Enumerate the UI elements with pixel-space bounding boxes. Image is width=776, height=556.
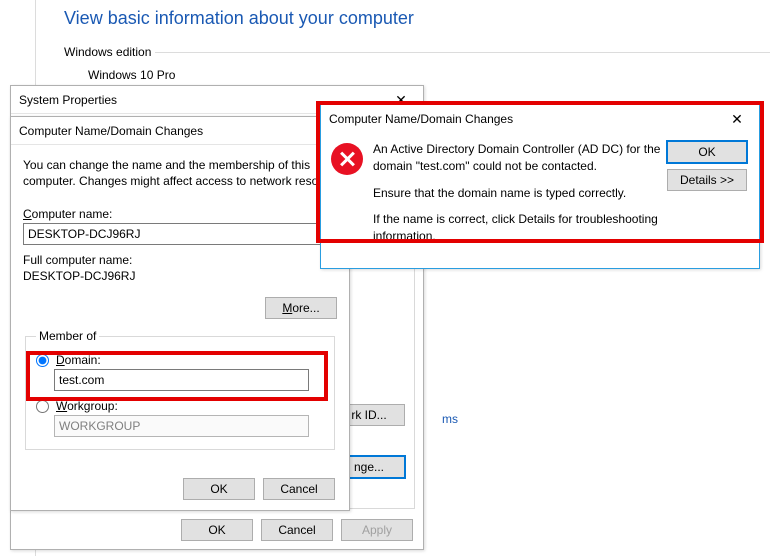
- sysprops-ok-button[interactable]: OK: [181, 519, 253, 541]
- section-divider: [155, 52, 770, 53]
- error-line-2: Ensure that the domain name is typed cor…: [373, 185, 663, 202]
- errdlg-ok-button[interactable]: OK: [667, 141, 747, 163]
- workgroup-radio[interactable]: [36, 400, 49, 413]
- domchg-title: Computer Name/Domain Changes: [19, 124, 203, 138]
- domain-radio[interactable]: [36, 354, 49, 367]
- error-dialog: Computer Name/Domain Changes ✕ An Active…: [320, 104, 760, 269]
- windows-edition-value: Windows 10 Pro: [88, 68, 175, 82]
- computer-name-input[interactable]: [23, 223, 337, 245]
- domain-input[interactable]: [54, 369, 309, 391]
- member-of-group: Member of Domain: Workgroup:: [25, 329, 335, 450]
- domchg-ok-button[interactable]: OK: [183, 478, 255, 500]
- full-computer-name-value: DESKTOP-DCJ96RJ: [23, 269, 337, 283]
- page-heading: View basic information about your comput…: [64, 8, 414, 29]
- workgroup-radio-label: Workgroup:: [56, 399, 118, 413]
- sysprops-title: System Properties: [19, 93, 117, 107]
- domain-radio-label: Domain:: [56, 353, 101, 367]
- domchg-titlebar[interactable]: Computer Name/Domain Changes: [11, 117, 349, 145]
- domchg-description: You can change the name and the membersh…: [23, 157, 337, 189]
- domchg-cancel-button[interactable]: Cancel: [263, 478, 335, 500]
- errdlg-titlebar[interactable]: Computer Name/Domain Changes ✕: [321, 105, 759, 133]
- error-line-1: An Active Directory Domain Controller (A…: [373, 141, 663, 175]
- domain-changes-window: Computer Name/Domain Changes You can cha…: [10, 116, 350, 511]
- error-text: An Active Directory Domain Controller (A…: [373, 141, 663, 255]
- errdlg-details-button[interactable]: Details >>: [667, 169, 747, 191]
- member-of-legend: Member of: [36, 329, 99, 343]
- more-button[interactable]: More...: [265, 297, 337, 319]
- errdlg-title: Computer Name/Domain Changes: [329, 112, 513, 126]
- section-windows-edition-label: Windows edition: [64, 45, 151, 59]
- partial-link[interactable]: ms: [442, 412, 458, 426]
- computer-name-label: Computer name:: [23, 207, 337, 221]
- full-computer-name-label: Full computer name:: [23, 253, 337, 267]
- workgroup-input: [54, 415, 309, 437]
- sysprops-cancel-button[interactable]: Cancel: [261, 519, 333, 541]
- error-icon: [331, 143, 363, 175]
- error-line-3: If the name is correct, click Details fo…: [373, 211, 663, 245]
- sysprops-apply-button: Apply: [341, 519, 413, 541]
- close-icon[interactable]: ✕: [717, 106, 757, 132]
